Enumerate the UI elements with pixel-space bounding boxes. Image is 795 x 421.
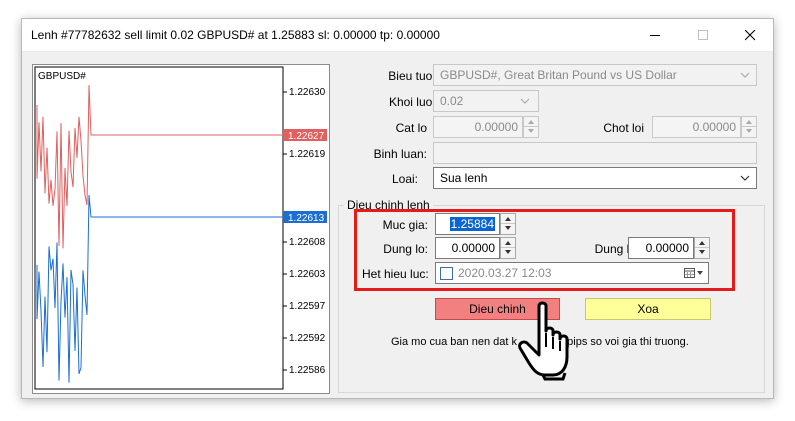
chart-plot-area (34, 66, 284, 390)
ask-price-label: 1.22627 (288, 131, 325, 142)
tick-chart-svg: GBPUSD# 1.22630 1.22619 1.22608 1.22603 1.22… (34, 66, 327, 390)
expiry-checkbox[interactable] (440, 267, 453, 280)
price-spinner[interactable] (500, 213, 516, 235)
price-label: Muc gia: (382, 218, 428, 232)
price-tick-label: 1.22586 (289, 365, 326, 376)
delete-button[interactable]: Xoa (585, 298, 711, 320)
sl-input[interactable]: 0.00000 (435, 237, 500, 259)
sl-label: Dung lo: (383, 242, 428, 256)
info-text-left: Gia mo cua ban nen dat k (391, 336, 517, 348)
stoploss-spinner (523, 116, 539, 138)
tp-input[interactable]: 0.00000 (628, 237, 694, 259)
expiry-value: 2020.03.27 12:03 (458, 266, 552, 280)
takeprofit-spinner (741, 116, 757, 138)
stoploss-input: 0.00000 (433, 116, 523, 138)
expiry-label: Het hieu luc: (362, 267, 429, 281)
tick-chart: GBPUSD# 1.22630 1.22619 1.22608 1.22603 1.22… (32, 64, 330, 394)
price-input[interactable]: 1.25884 (435, 213, 500, 235)
spin-up-icon[interactable] (695, 238, 709, 248)
chevron-down-icon (740, 175, 750, 181)
volume-value: 0.02 (440, 94, 464, 108)
spin-down-icon (524, 127, 538, 137)
window-title: Lenh #77782632 sell limit 0.02 GBPUSD# a… (31, 28, 440, 42)
volume-select: 0.02 (433, 90, 539, 112)
chevron-down-icon (520, 98, 530, 104)
symbol-value: GBPUSD#, Great Britan Pound vs US Dollar (440, 68, 677, 82)
symbol-select: GBPUSD#, Great Britan Pound vs US Dollar (433, 64, 757, 86)
chart-symbol: GBPUSD# (38, 71, 86, 82)
price-tick-label: 1.22630 (289, 87, 326, 98)
bid-series-line (36, 194, 283, 383)
expiry-datetime[interactable]: 2020.03.27 12:03 (435, 262, 709, 284)
spin-up-icon[interactable] (501, 214, 515, 224)
spin-down-icon[interactable] (695, 248, 709, 258)
spin-up-icon (742, 117, 756, 127)
takeprofit-input: 0.00000 (652, 116, 741, 138)
chevron-down-icon (740, 72, 750, 78)
tp-spinner[interactable] (694, 237, 710, 259)
sl-spinner[interactable] (500, 237, 516, 259)
minimize-button[interactable] (632, 19, 678, 51)
type-value: Sua lenh (440, 171, 488, 185)
spin-up-icon[interactable] (501, 238, 515, 248)
order-dialog: Lenh #77782632 sell limit 0.02 GBPUSD# a… (21, 18, 774, 399)
price-tick-label: 1.22597 (289, 301, 326, 312)
comment-label: Binh luan: (373, 147, 427, 161)
comment-input (433, 142, 757, 164)
close-icon (745, 30, 756, 41)
calendar-dropdown-icon[interactable] (684, 267, 706, 279)
spin-down-icon[interactable] (501, 248, 515, 258)
type-label: Loai: (391, 172, 418, 186)
price-tick-label: 1.22603 (289, 269, 326, 280)
price-tick-label: 1.22619 (289, 149, 326, 160)
spin-up-icon (524, 117, 538, 127)
info-text-right: 7 pips so voi gia thi truong. (557, 336, 689, 348)
price-tick-label: 1.22608 (289, 237, 326, 248)
spin-down-icon[interactable] (501, 224, 515, 234)
minimize-icon (650, 35, 660, 36)
close-button[interactable] (727, 19, 773, 51)
takeprofit-label: Chot loi (603, 121, 644, 135)
type-select[interactable]: Sua lenh (433, 167, 757, 189)
maximize-icon (698, 30, 708, 40)
price-tick-label: 1.22592 (289, 333, 326, 344)
price-value: 1.25884 (449, 217, 495, 231)
ask-series-line (36, 84, 283, 249)
bid-price-label: 1.22613 (288, 213, 325, 224)
title-bar[interactable]: Lenh #77782632 sell limit 0.02 GBPUSD# a… (22, 19, 773, 52)
hand-pointer-icon (518, 301, 569, 381)
spin-down-icon (742, 127, 756, 137)
maximize-button (680, 19, 726, 51)
stoploss-label: Cat lo (395, 121, 427, 135)
